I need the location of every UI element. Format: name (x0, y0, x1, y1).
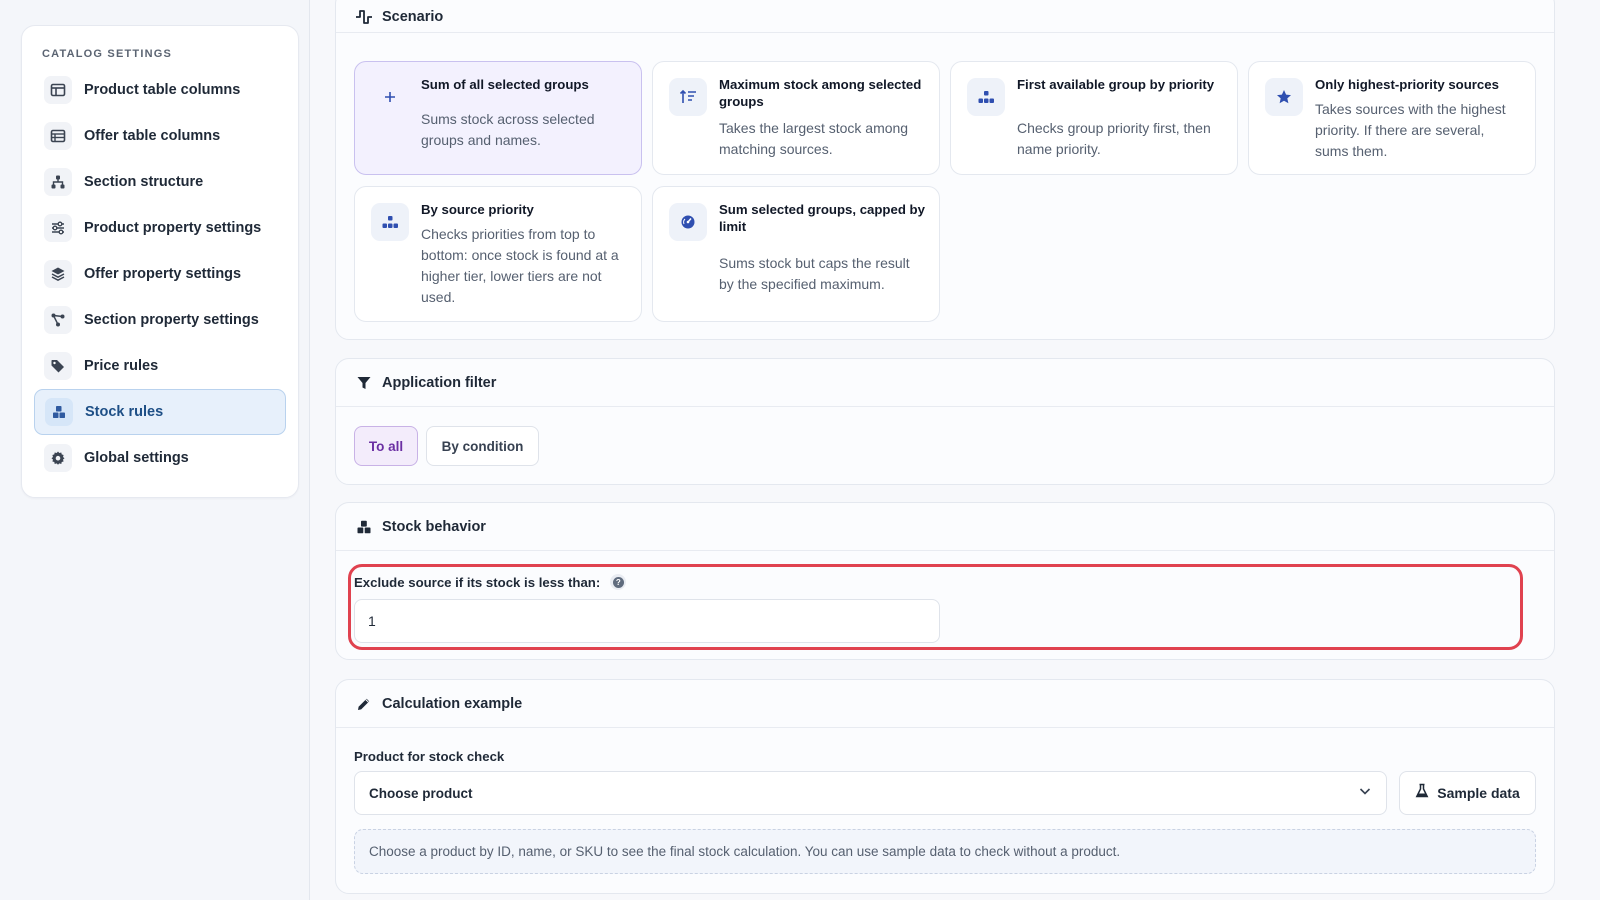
tags-icon (44, 352, 72, 380)
scenario-card-highest-priority[interactable]: Only highest-priority sources Takes sour… (1248, 61, 1536, 175)
card-title: Only highest-priority sources (1315, 77, 1499, 92)
sidebar-item-section-property-settings[interactable]: Section property settings (34, 297, 286, 343)
card-description: Sums stock but caps the result by the sp… (719, 255, 910, 292)
filter-icon (354, 373, 374, 393)
scenario-card-first-available[interactable]: First available group by priority Checks… (950, 61, 1238, 175)
sidebar: CATALOG SETTINGS Product table columns O… (21, 25, 299, 498)
help-icon[interactable]: ? (610, 574, 627, 590)
card-description: Checks priorities from top to bottom: on… (421, 226, 619, 305)
calculation-hint: Choose a product by ID, name, or SKU to … (354, 829, 1536, 874)
exclude-threshold-input[interactable] (354, 599, 940, 643)
card-description: Takes the largest stock among matching s… (719, 120, 909, 157)
sidebar-item-offer-property-settings[interactable]: Offer property settings (34, 251, 286, 297)
scenario-panel: Scenario Sum of all selected groups Sums… (335, 0, 1555, 340)
sidebar-region: CATALOG SETTINGS Product table columns O… (0, 0, 310, 900)
sidebar-item-label: Product table columns (84, 82, 241, 98)
pulse-icon (354, 7, 374, 27)
card-description: Takes sources with the highest priority.… (1315, 101, 1506, 159)
table-icon (44, 122, 72, 150)
boxes-icon (45, 398, 73, 426)
card-title: By source priority (421, 202, 534, 217)
sidebar-item-label: Section property settings (84, 312, 259, 328)
sidebar-item-price-rules[interactable]: Price rules (34, 343, 286, 389)
sidebar-item-label: Global settings (84, 450, 189, 466)
select-value: Choose product (369, 785, 473, 801)
panel-title: Calculation example (382, 695, 523, 712)
field-label-text: Exclude source if its stock is less than… (354, 574, 601, 590)
filter-header: Application filter (336, 359, 1554, 407)
panel-title: Scenario (382, 8, 444, 25)
plus-icon (371, 78, 409, 116)
product-label: Product for stock check (354, 749, 505, 764)
scenario-header: Scenario (336, 0, 1554, 33)
card-title: Maximum stock among selected groups (719, 77, 922, 109)
product-select[interactable]: Choose product (354, 771, 1387, 815)
sidebar-heading: CATALOG SETTINGS (42, 48, 173, 60)
card-description: Checks group priority first, then name p… (1017, 120, 1211, 157)
card-title: First available group by priority (1017, 77, 1215, 92)
sidebar-item-label: Price rules (84, 358, 159, 374)
share-nodes-icon (44, 306, 72, 334)
sidebar-item-stock-rules[interactable]: Stock rules (34, 389, 286, 435)
scenario-card-capped-sum[interactable]: Sum selected groups, capped by limit Sum… (652, 186, 940, 322)
stock-behavior-header: Stock behavior (336, 503, 1554, 551)
boxes-icon (354, 517, 374, 537)
sidebar-item-product-property-settings[interactable]: Product property settings (34, 205, 286, 251)
columns-icon (44, 76, 72, 104)
gear-icon (44, 444, 72, 472)
sample-data-button[interactable]: Sample data (1399, 771, 1536, 815)
gauge-icon (669, 203, 707, 241)
card-description: Sums stock across selected groups and na… (421, 111, 595, 148)
main-content: Scenario Sum of all selected groups Sums… (310, 0, 1600, 900)
sidebar-item-label: Offer property settings (84, 266, 242, 282)
sidebar-item-label: Section structure (84, 174, 204, 190)
sliders-icon (44, 214, 72, 242)
flask-icon (1415, 783, 1429, 804)
chevron-down-icon (1358, 784, 1372, 803)
filter-option-by-condition[interactable]: By condition (426, 426, 539, 466)
hierarchy-icon (44, 168, 72, 196)
sidebar-item-section-structure[interactable]: Section structure (34, 159, 286, 205)
sample-data-label: Sample data (1437, 785, 1520, 801)
sidebar-item-global-settings[interactable]: Global settings (34, 435, 286, 481)
scenario-card-source-priority[interactable]: By source priority Checks priorities fro… (354, 186, 642, 322)
sort-desc-icon (669, 78, 707, 116)
layers-icon (44, 260, 72, 288)
sidebar-item-product-table-columns[interactable]: Product table columns (34, 67, 286, 113)
star-icon (1265, 78, 1303, 116)
sidebar-item-label: Product property settings (84, 220, 262, 236)
panel-title: Application filter (382, 374, 497, 391)
card-title: Sum of all selected groups (421, 77, 589, 92)
sidebar-item-label: Offer table columns (84, 128, 221, 144)
sidebar-item-label: Stock rules (85, 404, 164, 420)
calculation-header: Calculation example (336, 680, 1554, 728)
hierarchy-icon (967, 78, 1005, 116)
hierarchy-icon (371, 203, 409, 241)
scenario-card-maximum[interactable]: Maximum stock among selected groups Take… (652, 61, 940, 175)
panel-title: Stock behavior (382, 518, 486, 535)
sidebar-item-offer-table-columns[interactable]: Offer table columns (34, 113, 286, 159)
card-title: Sum selected groups, capped by limit (719, 202, 925, 234)
scenario-card-sum-all[interactable]: Sum of all selected groups Sums stock ac… (354, 61, 642, 175)
filter-option-to-all[interactable]: To all (354, 426, 418, 466)
exclude-threshold-label: Exclude source if its stock is less than… (354, 574, 627, 590)
pencil-icon (354, 694, 374, 714)
